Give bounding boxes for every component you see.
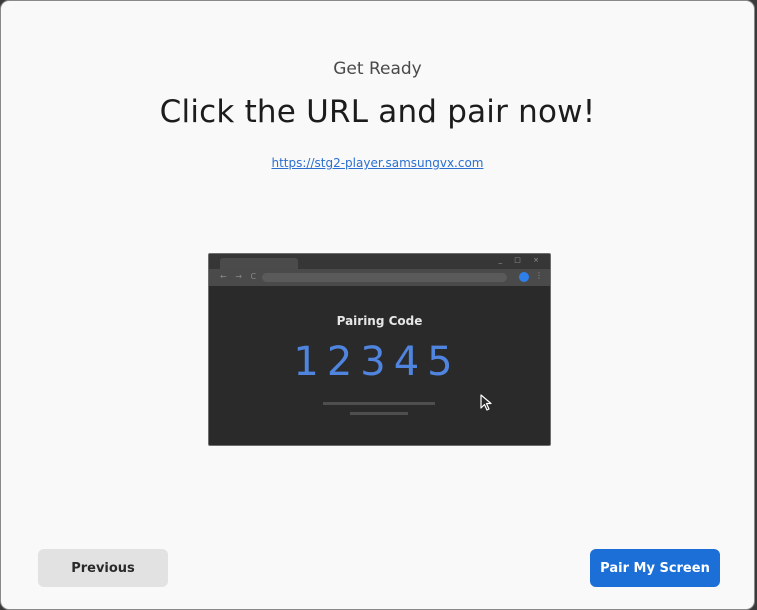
window-controls-icon: _ □ × <box>498 256 544 264</box>
pairing-code-value: 12345 <box>293 339 461 385</box>
browser-illustration: _ □ × ← → C ⋮ Pairing Code 12345 <box>208 253 551 446</box>
address-bar <box>262 273 507 282</box>
pairing-dialog: Get Ready Click the URL and pair now! ht… <box>0 0 755 610</box>
pairing-code-label: Pairing Code <box>336 314 423 328</box>
profile-avatar <box>519 272 529 282</box>
previous-button[interactable]: Previous <box>38 549 168 587</box>
nav-arrows-icon: ← → C <box>220 272 260 281</box>
placeholder-line <box>350 412 408 415</box>
menu-dots-icon: ⋮ <box>535 271 543 280</box>
pairing-url-link[interactable]: https://stg2-player.samsungvx.com <box>1 156 754 170</box>
browser-tab-bar: _ □ × <box>209 254 550 270</box>
browser-toolbar: ← → C ⋮ <box>209 269 550 286</box>
pair-my-screen-button[interactable]: Pair My Screen <box>590 549 720 587</box>
page-title: Click the URL and pair now! <box>159 94 596 130</box>
placeholder-line <box>323 402 435 405</box>
subtitle: Get Ready <box>333 59 422 79</box>
mouse-pointer-icon <box>480 394 492 411</box>
